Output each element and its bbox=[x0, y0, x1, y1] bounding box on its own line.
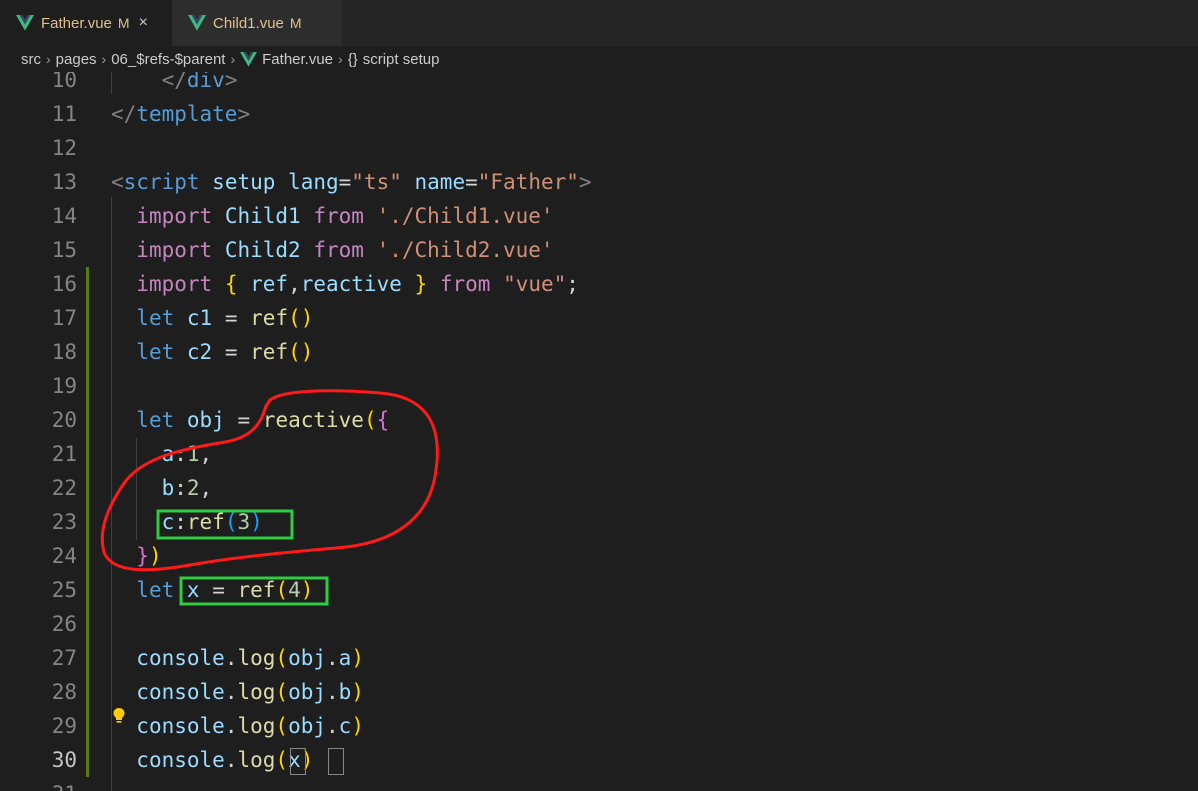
vue-logo-icon bbox=[240, 51, 258, 67]
chevron-right-icon: › bbox=[46, 51, 51, 67]
code-text: c:ref(3) bbox=[161, 510, 263, 534]
code-text: </div> bbox=[161, 72, 238, 92]
line-number: 25 bbox=[51, 578, 77, 602]
line-number: 22 bbox=[51, 476, 77, 500]
line-number: 21 bbox=[51, 442, 77, 466]
code-line[interactable]: 12 bbox=[0, 131, 1198, 165]
indent-guide bbox=[111, 72, 112, 94]
bracket-match-highlight bbox=[328, 748, 344, 775]
line-number: 26 bbox=[51, 612, 77, 636]
line-number: 18 bbox=[51, 340, 77, 364]
tab-filename: Child1.vue bbox=[213, 14, 284, 32]
code-line[interactable]: 16 import { ref,reactive } from "vue"; bbox=[0, 267, 1198, 301]
modified-indicator: M bbox=[289, 15, 302, 31]
breadcrumb: src › pages › 06_$refs-$parent › Father.… bbox=[0, 46, 1198, 72]
code-text: let c2 = ref() bbox=[136, 340, 314, 364]
code-text: console.log(obj.b) bbox=[136, 680, 364, 704]
code-line[interactable]: 19 bbox=[0, 369, 1198, 403]
line-number: 13 bbox=[51, 170, 77, 194]
code-line[interactable]: 18 let c2 = ref() bbox=[0, 335, 1198, 369]
chevron-right-icon: › bbox=[230, 51, 236, 67]
line-number: 31 bbox=[0, 777, 77, 791]
close-icon[interactable]: × bbox=[139, 14, 148, 32]
code-text: }) bbox=[136, 544, 162, 568]
code-line[interactable]: 29 console.log(obj.c) bbox=[0, 709, 1198, 743]
line-number: 28 bbox=[51, 680, 77, 704]
tab-father-vue[interactable]: Father.vue M × bbox=[0, 0, 172, 46]
line-number: 17 bbox=[51, 306, 77, 330]
code-text: let obj = reactive({ bbox=[136, 408, 390, 432]
code-text: import Child2 from './Child2.vue' bbox=[136, 238, 554, 262]
code-line[interactable]: 28 console.log(obj.b) bbox=[0, 675, 1198, 709]
code-text: </template> bbox=[111, 102, 251, 126]
code-line[interactable]: 24 }) bbox=[0, 539, 1198, 573]
code-line[interactable]: 10 </div> bbox=[0, 72, 1198, 97]
chevron-right-icon: › bbox=[101, 51, 107, 67]
chevron-right-icon: › bbox=[338, 51, 343, 67]
line-number: 12 bbox=[51, 136, 77, 160]
tab-filename: Father.vue bbox=[41, 14, 112, 32]
line-number: 23 bbox=[51, 510, 77, 534]
code-text: import { ref,reactive } from "vue"; bbox=[136, 272, 579, 296]
code-line[interactable]: 27 console.log(obj.a) bbox=[0, 641, 1198, 675]
line-number: 24 bbox=[51, 544, 77, 568]
code-line[interactable]: 13 <script setup lang="ts" name="Father"> bbox=[0, 165, 1198, 199]
code-text: console.log(obj.c) bbox=[136, 714, 364, 738]
code-line[interactable]: 22 b:2, bbox=[0, 471, 1198, 505]
line-number: 19 bbox=[51, 374, 77, 398]
code-text: let x = ref(4) bbox=[136, 578, 314, 602]
line-number: 11 bbox=[51, 102, 77, 126]
gutter-modified-marker bbox=[86, 267, 89, 777]
line-number: 29 bbox=[51, 714, 77, 738]
line-number: 15 bbox=[51, 238, 77, 262]
code-text: a:1, bbox=[161, 442, 213, 466]
line-number: 14 bbox=[51, 204, 77, 228]
line-number: 16 bbox=[51, 272, 77, 296]
bracket-match-highlight bbox=[290, 748, 306, 775]
breadcrumb-item-folder[interactable]: 06_$refs-$parent bbox=[111, 51, 225, 68]
line-number: 20 bbox=[51, 408, 77, 432]
lightbulb-icon[interactable] bbox=[112, 707, 126, 729]
code-line[interactable]: 15 import Child2 from './Child2.vue' bbox=[0, 233, 1198, 267]
breadcrumb-item-pages[interactable]: pages bbox=[56, 51, 97, 68]
code-text: b:2, bbox=[161, 476, 213, 500]
line-number: 10 bbox=[51, 72, 77, 92]
indent-guide bbox=[136, 438, 137, 540]
line-number: 27 bbox=[51, 646, 77, 670]
tab-bar: Father.vue M × Child1.vue M bbox=[0, 0, 1198, 46]
code-text: console.log(x) bbox=[136, 748, 314, 772]
code-text: import Child1 from './Child1.vue' bbox=[136, 204, 554, 228]
code-line[interactable]: 11 </template> bbox=[0, 97, 1198, 131]
code-line[interactable]: 21 a:1, bbox=[0, 437, 1198, 471]
code-line[interactable]: 31 bbox=[0, 777, 1198, 791]
modified-indicator: M bbox=[117, 15, 130, 31]
code-text: <script setup lang="ts" name="Father"> bbox=[111, 170, 592, 194]
tab-child1-vue[interactable]: Child1.vue M bbox=[172, 0, 342, 46]
indent-guide bbox=[111, 197, 112, 791]
vue-logo-icon bbox=[16, 15, 34, 31]
code-line[interactable]: 14 import Child1 from './Child1.vue' bbox=[0, 199, 1198, 233]
code-line[interactable]: 23 c:ref(3) bbox=[0, 505, 1198, 539]
code-line[interactable]: 26 bbox=[0, 607, 1198, 641]
line-number: 30 bbox=[51, 748, 77, 772]
code-line[interactable]: 20 let obj = reactive({ bbox=[0, 403, 1198, 437]
breadcrumb-item-src[interactable]: src bbox=[21, 51, 41, 68]
code-line[interactable]: 25 let x = ref(4) bbox=[0, 573, 1198, 607]
breadcrumb-item-symbol[interactable]: script setup bbox=[363, 51, 440, 68]
vue-logo-icon bbox=[188, 15, 206, 31]
code-text: let c1 = ref() bbox=[136, 306, 314, 330]
symbol-braces-icon: {} bbox=[347, 50, 358, 68]
code-editor[interactable]: 10 </div> 11 </template> 12 13 <script setup … bbox=[0, 72, 1198, 791]
code-text: console.log(obj.a) bbox=[136, 646, 364, 670]
code-line[interactable]: 30 console.log(x) bbox=[0, 743, 1198, 777]
breadcrumb-item-file[interactable]: Father.vue bbox=[262, 51, 333, 68]
code-line[interactable]: 17 let c1 = ref() bbox=[0, 301, 1198, 335]
